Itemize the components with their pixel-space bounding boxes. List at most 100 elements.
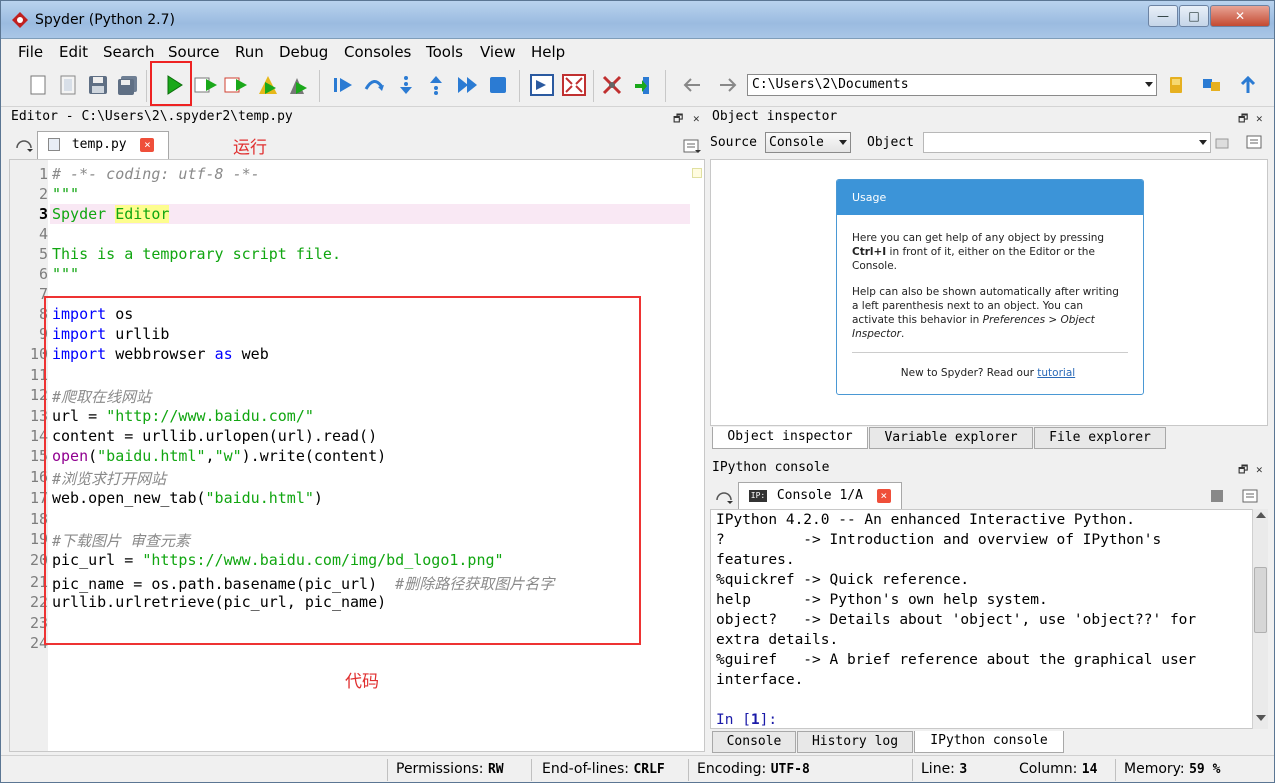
close-pane-icon[interactable]: ✕: [693, 109, 700, 129]
stop-kernel-icon[interactable]: [1206, 485, 1228, 507]
preferences-icon[interactable]: [599, 72, 625, 98]
chevron-down-icon[interactable]: [1145, 82, 1153, 87]
run-config-icon[interactable]: [285, 72, 311, 98]
status-label: Column:: [1019, 761, 1078, 777]
status-label: Memory:: [1124, 761, 1185, 777]
save-icon[interactable]: [85, 72, 111, 98]
browse-tabs-icon[interactable]: [13, 133, 35, 155]
source-select[interactable]: Console: [765, 132, 851, 153]
menu-run[interactable]: Run: [235, 43, 264, 61]
warning-marker: [692, 168, 702, 178]
tab-console[interactable]: Console: [712, 731, 796, 753]
step-return-icon[interactable]: [423, 72, 449, 98]
close-pane-icon[interactable]: ✕: [1256, 460, 1263, 480]
set-working-dir-icon[interactable]: [1199, 72, 1225, 98]
save-all-icon[interactable]: [115, 72, 141, 98]
object-combo[interactable]: [923, 132, 1211, 153]
undock-icon[interactable]: 🗗: [1238, 109, 1248, 129]
scroll-down-icon[interactable]: [1256, 715, 1266, 721]
menu-source[interactable]: Source: [168, 43, 220, 61]
menu-edit[interactable]: Edit: [59, 43, 88, 61]
code-line-6: """: [52, 265, 80, 283]
spyder-window: Spyder (Python 2.7) — □ ✕ File Edit Sear…: [0, 0, 1275, 783]
menu-tools[interactable]: Tools: [426, 43, 463, 61]
tab-variable-explorer[interactable]: Variable explorer: [869, 427, 1033, 449]
inspector-options-icon[interactable]: [1244, 131, 1266, 153]
continue-icon[interactable]: [455, 72, 481, 98]
console-prompt[interactable]: In [1]:: [716, 712, 777, 728]
status-value: UTF-8: [770, 762, 810, 777]
line-number: 20: [29, 551, 48, 569]
pythonpath-icon[interactable]: [631, 72, 657, 98]
permissions-status: Permissions: RW: [396, 761, 504, 777]
usage-title: Usage: [837, 180, 1143, 215]
object-inspector-toolbar: Source Console Object: [710, 131, 1268, 157]
line-number: 6: [38, 265, 48, 283]
close-tab-icon[interactable]: ×: [876, 488, 891, 503]
usage-paragraph-3: New to Spyder? Read our tutorial: [852, 366, 1124, 380]
editor-options-icon[interactable]: [681, 135, 703, 157]
line-number: 11: [29, 366, 48, 384]
fullscreen-icon[interactable]: [561, 72, 587, 98]
tutorial-link[interactable]: tutorial: [1037, 367, 1075, 379]
stop-debug-icon[interactable]: [485, 72, 511, 98]
tab-ipython-console[interactable]: IPython console: [914, 731, 1064, 753]
step-icon[interactable]: [361, 72, 387, 98]
console-line: interface.: [716, 672, 804, 688]
line-number: 15: [29, 447, 48, 465]
close-pane-icon[interactable]: ✕: [1256, 109, 1263, 129]
maximize-button[interactable]: □: [1179, 5, 1209, 27]
usage-shortcut: Ctrl+I: [852, 246, 887, 258]
close-tab-icon[interactable]: ×: [140, 137, 155, 152]
ipython-console-output[interactable]: IPython 4.2.0 -- An enhanced Interactive…: [710, 509, 1268, 729]
console-scrollbar[interactable]: [1252, 509, 1268, 729]
console-line: %quickref -> Quick reference.: [716, 572, 970, 588]
status-value: RW: [487, 762, 504, 777]
step-into-icon[interactable]: [393, 72, 419, 98]
minimize-button[interactable]: —: [1148, 5, 1178, 27]
lock-icon[interactable]: [1211, 131, 1233, 153]
menu-file[interactable]: File: [18, 43, 43, 61]
ipython-console-header: IPython console 🗗 ✕: [710, 458, 1268, 480]
open-file-icon[interactable]: [55, 72, 81, 98]
status-value: 3: [959, 762, 968, 777]
console-line: ? -> Introduction and overview of IPytho…: [716, 532, 1162, 548]
menu-search[interactable]: Search: [103, 43, 155, 61]
line-number: 16: [29, 468, 48, 486]
console-options-icon[interactable]: [1240, 485, 1262, 507]
run-cell-icon[interactable]: [193, 72, 219, 98]
tab-history-log[interactable]: History log: [797, 731, 913, 753]
maximize-pane-icon[interactable]: [529, 72, 555, 98]
browse-tabs-icon[interactable]: [713, 485, 735, 507]
console-line: %guiref -> A brief reference about the g…: [716, 652, 1197, 668]
scrollbar-thumb[interactable]: [1254, 567, 1267, 633]
undock-icon[interactable]: 🗗: [1238, 460, 1248, 480]
working-directory-combo[interactable]: C:\Users\2\Documents: [747, 74, 1157, 96]
menu-help[interactable]: Help: [531, 43, 565, 61]
code-line-2: """: [52, 185, 80, 203]
tab-object-inspector[interactable]: Object inspector: [712, 427, 868, 449]
prompt-number: 1: [750, 712, 760, 728]
undock-icon[interactable]: 🗗: [673, 109, 683, 129]
parent-dir-icon[interactable]: [1235, 72, 1261, 98]
tab-console-1a[interactable]: IP: Console 1/A ×: [738, 482, 902, 509]
new-file-icon[interactable]: [25, 72, 51, 98]
menu-debug[interactable]: Debug: [279, 43, 328, 61]
tab-temp-py[interactable]: temp.py ×: [37, 131, 169, 159]
browse-folder-icon[interactable]: [1163, 72, 1189, 98]
python-file-icon: [48, 138, 60, 151]
code-line-3: Spyder Editor: [52, 205, 170, 223]
forward-arrow-icon[interactable]: [715, 72, 741, 98]
menu-consoles[interactable]: Consoles: [344, 43, 411, 61]
scroll-up-icon[interactable]: [1256, 512, 1266, 518]
debug-icon[interactable]: [331, 72, 357, 98]
line-number: 19: [29, 530, 48, 548]
run-cell-advance-icon[interactable]: [223, 72, 249, 98]
tab-file-explorer[interactable]: File explorer: [1034, 427, 1166, 449]
usage-card: Usage Here you can get help of any objec…: [836, 179, 1144, 395]
run-selection-icon[interactable]: [255, 72, 281, 98]
close-button[interactable]: ✕: [1210, 5, 1270, 27]
line-number: 17: [29, 489, 48, 507]
back-arrow-icon[interactable]: [679, 72, 705, 98]
menu-view[interactable]: View: [480, 43, 516, 61]
